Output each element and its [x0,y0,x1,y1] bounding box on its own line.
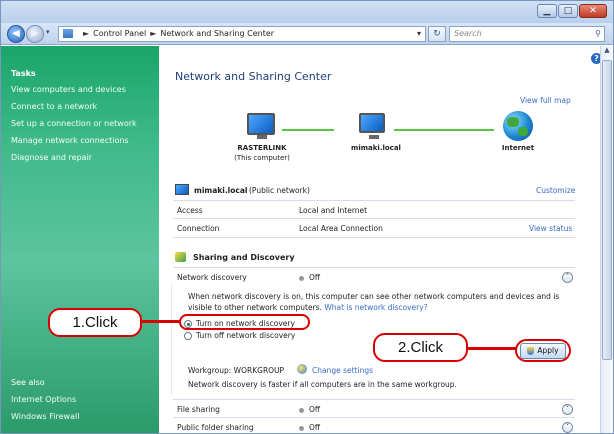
sharing-discovery-heading: Sharing and Discovery [193,253,295,262]
access-value: Local and Internet [299,206,368,215]
view-status-link[interactable]: View status [529,224,572,233]
status-dot-icon [299,275,304,281]
tasks-heading: Tasks [11,69,36,78]
file-sharing-status: Off [299,405,320,414]
breadcrumb-network-sharing-center[interactable]: Network and Sharing Center [160,29,274,38]
public-folder-label: Public folder sharing [177,423,254,432]
computer-sub-label: (This computer) [234,154,290,162]
network-name-label: mimaki.local [351,144,401,152]
forward-button[interactable]: ▶ [26,25,44,43]
collapse-discovery-button[interactable]: ˄ [562,272,573,283]
control-panel-icon [63,29,73,38]
change-settings-icon [297,364,307,374]
public-network-icon [175,184,189,195]
sidebar-item-manage-connections[interactable]: Manage network connections [11,136,129,145]
maximize-button[interactable]: □ [558,4,578,18]
breadcrumb-separator: ► [83,29,90,38]
map-connection-line [282,129,334,131]
discovery-description: When network discovery is on, this compu… [188,292,560,301]
network-discovery-status: Off [299,273,320,282]
file-sharing-label: File sharing [177,405,220,414]
view-full-map-link[interactable]: View full map [520,96,571,105]
callout-step-1: 1.Click [48,308,142,337]
turn-off-discovery-option[interactable]: Turn off network discovery [184,331,295,340]
close-button[interactable]: ✕ [579,4,607,18]
minimize-button[interactable]: ▁ [537,4,557,18]
search-placeholder: Search [454,29,482,38]
highlight-apply-button [515,339,571,362]
divider [173,267,575,268]
internet-label: Internet [501,144,535,152]
network-type: (Public network) [249,186,310,195]
task-sidebar: Tasks View computers and devices Connect… [1,46,159,433]
callout-2-connector [467,347,516,350]
scroll-up-arrow-icon[interactable]: ▲ [601,46,613,58]
map-connection-line [394,129,494,131]
network-discovery-status-text: Off [309,273,321,282]
status-dot-icon [299,407,304,413]
sidebar-item-view-computers[interactable]: View computers and devices [11,85,126,94]
callout-step-2: 2.Click [373,333,468,362]
page-title: Network and Sharing Center [175,70,332,83]
network-icon [359,113,385,139]
address-dropdown-icon[interactable]: ▾ [417,27,421,41]
divider [173,399,575,400]
internet-globe-icon [503,111,533,141]
connection-value: Local Area Connection [299,224,383,233]
divider [173,417,575,418]
search-icon[interactable]: ⚲ [595,27,601,41]
title-bar: ▁ □ ✕ [1,1,613,23]
connection-label: Connection [177,224,220,233]
workgroup-note: Network discovery is faster if all compu… [188,380,457,389]
network-name: mimaki.local [194,186,248,195]
search-input[interactable]: Search ⚲ [449,26,605,42]
workgroup-label: Workgroup: WORKGROUP [188,366,285,375]
sharing-icon [175,252,186,262]
turn-off-discovery-label: Turn off network discovery [196,331,296,340]
expand-file-sharing-button[interactable]: ˅ [562,404,573,415]
back-button[interactable]: ◀ [7,25,25,43]
sidebar-item-internet-options[interactable]: Internet Options [11,395,76,404]
file-sharing-status-text: Off [309,405,321,414]
scroll-thumb[interactable] [602,60,612,360]
refresh-button[interactable]: ↻ [428,26,446,42]
address-bar-row: ◀ ▶ ▾ ► Control Panel ► Network and Sharing… [1,23,613,45]
see-also-heading: See also [11,378,45,387]
public-folder-status-text: Off [309,423,321,432]
divider [173,200,575,201]
window-frame: ▁ □ ✕ ◀ ▶ ▾ ► Control Panel ► Network and S… [0,0,614,434]
breadcrumb-separator: ► [150,29,157,38]
sidebar-item-windows-firewall[interactable]: Windows Firewall [11,412,79,421]
divider [173,218,575,219]
callout-1-connector [141,320,180,323]
computer-name-label: RASTERLINK [237,144,287,152]
network-discovery-label: Network discovery [177,273,247,282]
what-is-discovery-link[interactable]: What is network discovery? [324,303,427,312]
radio-off[interactable] [184,332,192,340]
divider [173,237,575,238]
change-settings-link[interactable]: Change settings [312,366,373,375]
public-folder-status: Off [299,423,320,432]
sidebar-item-connect-network[interactable]: Connect to a network [11,102,97,111]
sidebar-item-diagnose-repair[interactable]: Diagnose and repair [11,153,92,162]
discovery-description-line2: visible to other network computers. What… [188,303,428,312]
customize-link[interactable]: Customize [536,186,575,195]
computer-icon [247,113,275,139]
recent-pages-dropdown-icon[interactable]: ▾ [46,28,50,36]
breadcrumb-control-panel[interactable]: Control Panel [93,29,146,38]
access-label: Access [177,206,203,215]
vertical-scrollbar[interactable]: ▲ [600,46,613,433]
sidebar-item-setup-connection[interactable]: Set up a connection or network [11,119,137,128]
address-field[interactable]: ► Control Panel ► Network and Sharing Cente… [58,26,426,42]
expand-public-folder-button[interactable]: ˅ [562,422,573,433]
status-dot-icon [299,425,304,431]
highlight-turn-on-discovery [179,314,310,330]
